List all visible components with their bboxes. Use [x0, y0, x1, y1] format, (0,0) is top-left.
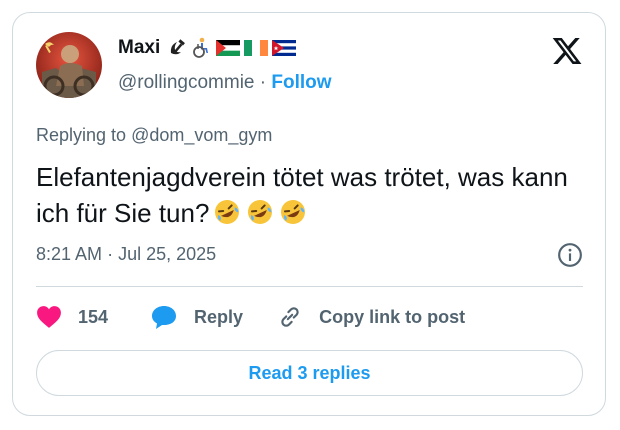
x-logo-icon[interactable] — [551, 35, 583, 67]
tweet-time: 8:21 AM — [36, 244, 103, 264]
avatar[interactable] — [36, 32, 102, 98]
link-icon — [281, 307, 299, 327]
handle-separator: · — [259, 72, 267, 93]
heart-icon — [37, 306, 61, 328]
copy-link-button[interactable]: Copy link to post — [277, 304, 465, 330]
name-emojis — [168, 37, 297, 59]
rolling-laughing-icon — [212, 197, 242, 236]
replying-mention[interactable]: @dom_vom_gym — [131, 125, 272, 145]
tweet-card: Maxi @rollingcommie · Follow Replying to… — [12, 12, 606, 416]
reply-bubble-icon — [152, 306, 177, 329]
cuba-flag-icon — [272, 40, 297, 56]
replying-prefix: Replying to — [36, 125, 127, 145]
rolling-laughing-icon — [278, 197, 308, 236]
author-display-name[interactable]: Maxi — [118, 37, 160, 59]
tweet-date: Jul 25, 2025 — [118, 244, 217, 264]
replying-to: Replying to @dom_vom_gym — [36, 125, 272, 146]
author-handle-row: @rollingcommie · Follow — [118, 72, 332, 94]
tweet-text-block: Elefantenjagdverein tötet was trötet, wa… — [36, 159, 596, 236]
palestine-flag-icon — [216, 40, 241, 56]
info-icon[interactable] — [557, 242, 583, 268]
read-replies-button[interactable]: Read 3 replies — [36, 350, 583, 396]
divider — [36, 286, 583, 287]
wheelchair-person-icon — [193, 37, 209, 58]
rolling-laughing-icon — [245, 197, 275, 236]
hammer-sickle-icon — [171, 39, 186, 55]
ireland-flag-icon — [244, 40, 269, 56]
tweet-timestamp[interactable]: 8:21 AM · Jul 25, 2025 — [36, 244, 216, 265]
meta-separator: · — [107, 244, 114, 264]
author-handle[interactable]: @rollingcommie — [118, 72, 255, 93]
like-button[interactable]: 154 — [36, 305, 108, 329]
copy-link-label: Copy link to post — [319, 306, 466, 327]
reply-button[interactable]: Reply — [150, 304, 243, 330]
follow-button[interactable]: Follow — [271, 72, 331, 93]
reply-label: Reply — [194, 306, 244, 327]
like-count: 154 — [78, 306, 109, 327]
read-replies-label: Read 3 replies — [248, 362, 371, 383]
author-name-row[interactable]: Maxi — [118, 37, 297, 59]
action-bar: 154 Reply Copy link to post — [36, 299, 465, 335]
